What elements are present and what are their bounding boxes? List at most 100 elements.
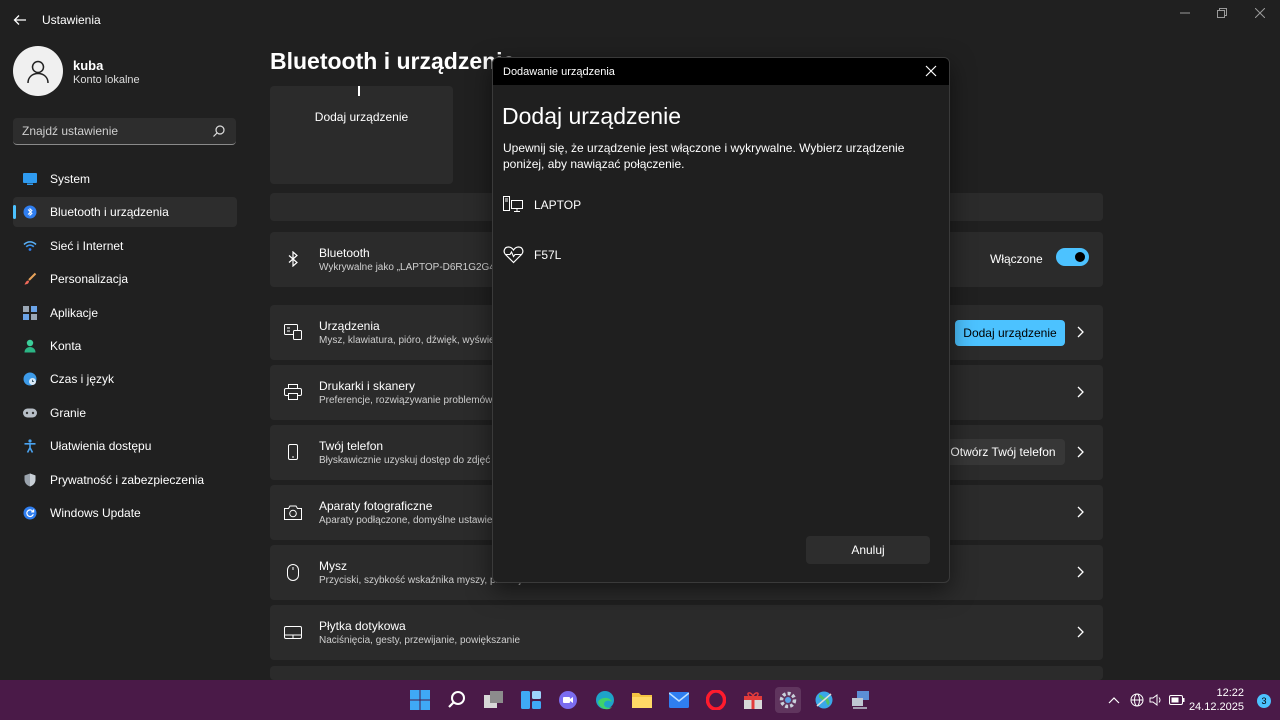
network-app-button[interactable] xyxy=(849,688,873,712)
card-subtitle: Preferencje, rozwiązywanie problemów xyxy=(319,395,493,406)
chevron-right-icon xyxy=(1077,386,1084,398)
file-explorer-button[interactable] xyxy=(630,688,654,712)
card-subtitle: Mysz, klawiatura, pióro, dźwięk, wyświet… xyxy=(319,335,521,346)
search-input[interactable] xyxy=(22,122,212,140)
search-icon xyxy=(448,691,465,708)
mouse-icon xyxy=(284,563,302,581)
volume-icon xyxy=(1149,694,1161,706)
card-touchpad[interactable]: Płytka dotykowa Naciśnięcia, gesty, prze… xyxy=(270,605,1103,660)
chevron-right-icon xyxy=(1077,506,1084,518)
clock-date[interactable]: 24.12.2025 xyxy=(1189,701,1244,713)
chevron-right-icon xyxy=(1077,446,1084,458)
language-indicator[interactable] xyxy=(1129,692,1145,708)
minimize-icon xyxy=(1180,12,1190,14)
card-subtitle: Wykrywalne jako „LAPTOP-D6R1G2G4” xyxy=(319,262,499,273)
dialog-title-bar: Dodawanie urządzenia xyxy=(493,58,949,85)
sidebar-item-label: Ułatwienia dostępu xyxy=(50,439,152,454)
add-device-dialog: Dodawanie urządzenia Dodaj urządzenie Up… xyxy=(492,57,950,583)
chevron-up-icon xyxy=(1108,697,1120,704)
minimize-button[interactable] xyxy=(1167,4,1203,22)
tray-overflow-button[interactable] xyxy=(1106,692,1122,708)
sidebar-item-accessibility[interactable]: Ułatwienia dostępu xyxy=(13,431,237,461)
search-icon[interactable] xyxy=(212,124,226,138)
add-device-tile[interactable]: Dodaj urządzenie xyxy=(270,86,453,184)
mail-button[interactable] xyxy=(667,688,691,712)
avatar xyxy=(13,46,63,96)
computer-icon xyxy=(503,196,523,212)
chat-button[interactable] xyxy=(556,688,580,712)
sidebar-item-personalization[interactable]: Personalizacja xyxy=(13,264,237,294)
shield-icon xyxy=(23,473,37,487)
settings-search[interactable] xyxy=(13,118,236,145)
volume-button[interactable] xyxy=(1148,692,1164,708)
battery-indicator[interactable] xyxy=(1169,692,1185,708)
edge-button[interactable] xyxy=(593,688,617,712)
task-view-icon xyxy=(484,691,503,708)
sidebar-item-system[interactable]: System xyxy=(13,164,237,194)
add-device-button[interactable]: Dodaj urządzenie xyxy=(955,320,1065,346)
gamepad-icon xyxy=(23,406,37,420)
add-tile-icon-fragment xyxy=(358,86,360,96)
device-name: F57L xyxy=(534,248,562,262)
user-profile[interactable]: kuba Konto lokalne xyxy=(13,46,243,98)
sidebar-item-label: Granie xyxy=(50,405,87,420)
globe-app-icon xyxy=(815,691,833,709)
chevron-right-icon xyxy=(1077,566,1084,578)
bluetooth-toggle[interactable] xyxy=(1056,248,1089,266)
opera-button[interactable] xyxy=(704,688,728,712)
notification-badge[interactable]: 3 xyxy=(1257,694,1271,708)
card-subtitle: Naciśnięcia, gesty, przewijanie, powięks… xyxy=(319,635,521,646)
brush-icon xyxy=(23,272,37,286)
bluetooth-state-label: Włączone xyxy=(990,252,1043,266)
card-subtitle: Błyskawicznie uzyskuj dostęp do zdjęć xyxy=(319,455,491,466)
gift-app-button[interactable] xyxy=(741,688,765,712)
phone-icon xyxy=(284,443,302,461)
card-title: Twój telefon xyxy=(319,439,384,453)
clock-time[interactable]: 12:22 xyxy=(1216,687,1244,699)
sidebar-item-label: Bluetooth i urządzenia xyxy=(50,205,169,220)
add-tile-label: Dodaj urządzenie xyxy=(314,110,409,124)
sidebar-item-gaming[interactable]: Granie xyxy=(13,398,237,428)
sidebar-item-label: System xyxy=(50,172,91,186)
device-item-laptop[interactable]: LAPTOP xyxy=(503,194,923,224)
person-icon xyxy=(27,60,49,84)
dialog-window-title: Dodawanie urządzenia xyxy=(503,66,615,78)
close-icon[interactable] xyxy=(925,65,937,77)
app-title: Ustawienia xyxy=(42,13,101,27)
card-partial xyxy=(270,666,1103,680)
sidebar-item-accounts[interactable]: Konta xyxy=(13,331,237,361)
sidebar-item-label: Aplikacje xyxy=(50,305,99,320)
start-button[interactable] xyxy=(408,688,432,712)
sidebar-item-apps[interactable]: Aplikacje xyxy=(13,298,237,328)
chevron-right-icon xyxy=(1077,326,1084,338)
open-phone-button[interactable]: Otwórz Twój telefon xyxy=(941,439,1065,465)
widgets-button[interactable] xyxy=(519,688,543,712)
close-button[interactable] xyxy=(1242,4,1278,22)
cancel-button[interactable]: Anuluj xyxy=(806,536,930,564)
sidebar-item-bluetooth[interactable]: Bluetooth i urządzenia xyxy=(13,197,237,228)
dialog-description: Upewnij się, że urządzenie jest włączone… xyxy=(503,141,905,171)
restore-icon xyxy=(1217,8,1227,18)
widgets-icon xyxy=(521,691,541,709)
card-title: Bluetooth xyxy=(319,246,370,260)
task-view-button[interactable] xyxy=(482,688,506,712)
taskbar-search-button[interactable] xyxy=(445,688,469,712)
globe-app-button[interactable] xyxy=(812,688,836,712)
user-name: kuba xyxy=(73,58,104,73)
restore-button[interactable] xyxy=(1204,4,1240,22)
heart-rate-icon xyxy=(503,246,524,264)
monitor-icon xyxy=(23,172,37,186)
sidebar-item-time-language[interactable]: Czas i język xyxy=(13,364,237,394)
card-title: Drukarki i skanery xyxy=(319,379,416,393)
page-title: Bluetooth i urządzenia xyxy=(270,48,516,74)
device-item-f57l[interactable]: F57L xyxy=(503,244,923,274)
sidebar-item-windows-update[interactable]: Windows Update xyxy=(13,498,237,528)
wifi-icon xyxy=(23,239,37,253)
sidebar-item-network[interactable]: Sieć i Internet xyxy=(13,231,237,261)
settings-icon xyxy=(779,691,797,709)
card-subtitle: Aparaty podłączone, domyślne ustawienia xyxy=(319,515,506,526)
globe-clock-icon xyxy=(23,372,37,386)
sidebar-item-privacy[interactable]: Prywatność i zabezpieczenia xyxy=(13,465,237,495)
back-button[interactable] xyxy=(10,10,30,30)
settings-button[interactable] xyxy=(775,687,801,713)
